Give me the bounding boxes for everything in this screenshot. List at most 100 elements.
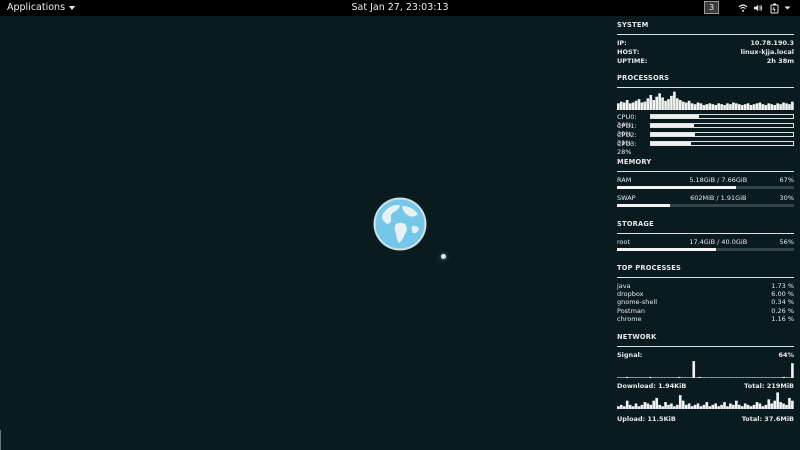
process-row: java 1.73 % <box>617 282 794 290</box>
cpu-usage-bar <box>650 132 794 137</box>
download-history-bar <box>640 377 643 378</box>
swap-usage-fill <box>617 204 671 207</box>
cpu-history-bar <box>667 99 670 110</box>
download-history-bar <box>643 377 646 378</box>
upload-history-bar <box>637 406 641 409</box>
cpu-history-bar <box>673 91 676 110</box>
download-history-bar <box>657 377 661 378</box>
cpu-history-bar <box>735 103 738 110</box>
globe-icon <box>372 196 428 252</box>
root-label: root <box>617 238 631 246</box>
cpu-history-bar <box>764 105 768 110</box>
upload-history-bar <box>729 403 732 409</box>
download-history-graph <box>617 360 794 378</box>
process-row: chrome 1.16 % <box>617 315 794 323</box>
process-name: Postman <box>617 306 646 315</box>
upload-history-bar <box>732 404 735 409</box>
host-value: linux-kjja.local <box>740 48 794 56</box>
cpu-label: CPU3: 28% <box>617 140 637 156</box>
process-cpu: 0.34 % <box>771 298 794 307</box>
system-menu-caret-icon[interactable] <box>784 0 791 16</box>
process-name: chrome <box>617 314 642 323</box>
cpu-history-bar <box>714 105 718 110</box>
cpu-history-bar <box>788 104 791 110</box>
cpu-history-bar <box>681 101 685 110</box>
upload-history-bar <box>773 400 777 409</box>
upload-history-bar <box>678 395 682 409</box>
upload-history-bar <box>723 402 726 409</box>
upload-history-bar <box>758 403 762 409</box>
root-usage-bar <box>617 248 794 251</box>
upload-history-bar <box>720 404 723 409</box>
download-row: Download: 1.94KiB Total: 219MiB <box>617 382 794 390</box>
clock[interactable]: Sat Jan 27, 23:03:13 <box>0 2 800 13</box>
system-monitor-panel: SYSTEM IP: 10.78.190.3 HOST: linux-kjja.… <box>612 16 800 450</box>
download-history-bar <box>698 376 701 378</box>
upload-history-bar <box>761 406 765 409</box>
ip-row: IP: 10.78.190.3 <box>617 39 794 47</box>
cpu-history-bar <box>737 104 741 110</box>
download-history-bar <box>654 377 658 378</box>
cpu-history-bar <box>761 104 765 110</box>
upload-history-bar <box>640 404 644 409</box>
cpu-history-bar <box>699 103 703 110</box>
download-history-bar <box>785 377 788 378</box>
upload-history-bar <box>681 400 685 409</box>
upload-history-bar <box>649 404 653 409</box>
memory-title: MEMORY <box>617 158 652 166</box>
cpu-history-bar <box>732 102 735 110</box>
upload-history-bar <box>687 403 691 409</box>
upload-history-bar <box>737 404 741 409</box>
cpu-history-bar <box>776 103 779 110</box>
top-processes-section: TOP PROCESSES java 1.73 % dropbox 6.00 % gno… <box>617 264 794 323</box>
upload-history-bar <box>717 406 720 409</box>
upload-history-bar <box>755 402 759 409</box>
download-history-bar <box>646 377 649 378</box>
download-history-bar <box>683 377 687 378</box>
cpu-history-bar <box>755 103 759 110</box>
cpu-history-bar <box>693 104 697 110</box>
cpu-history-bar <box>729 104 732 110</box>
ip-label: IP: <box>617 39 627 47</box>
download-history-bar <box>738 377 742 378</box>
volume-icon[interactable] <box>753 0 763 16</box>
cpu-history-bar <box>791 101 794 110</box>
download-history-bar <box>689 377 693 378</box>
process-cpu: 0.26 % <box>771 306 794 315</box>
upload-history-graph <box>617 391 794 409</box>
upload-row: Upload: 11.5KiB Total: 37.6MiB <box>617 415 794 423</box>
upload-history-bar <box>673 406 676 409</box>
cpu-history-bar <box>625 100 629 110</box>
cpu-usage-bar <box>650 141 794 146</box>
download-history-bar <box>628 377 632 378</box>
download-history-bar <box>680 377 684 378</box>
download-label: Download: 1.94KiB <box>617 382 687 390</box>
cpu-history-bar <box>773 105 777 110</box>
ram-usage-bar <box>617 186 794 189</box>
process-name: java <box>617 282 631 290</box>
cpu-history-bar <box>726 103 729 110</box>
cpu-history-bar <box>770 104 774 110</box>
network-wireless-icon[interactable] <box>738 0 748 16</box>
upload-history-bar <box>791 400 794 409</box>
cpu-history-bar <box>705 104 709 110</box>
cpu-usage-fill <box>651 115 700 118</box>
download-history-bar <box>692 361 696 378</box>
download-history-bar <box>634 377 638 378</box>
cpu-history-bar <box>634 100 638 110</box>
ram-usage-fill <box>617 186 736 189</box>
cpu-history-bar <box>646 98 650 110</box>
workspace-indicator[interactable]: 3 <box>704 1 719 14</box>
power-icon[interactable] <box>770 0 779 16</box>
cpu-history-bar <box>743 104 747 110</box>
download-history-bar <box>706 377 710 378</box>
memory-section: MEMORY RAM 5.18GiB / 7.66GiB 67% SWAP 60… <box>617 158 794 207</box>
processors-section: PROCESSORS CPU0: 34% CPU1: 30% CPU2: 31% CP… <box>617 74 794 156</box>
root-value: 17.4GiB / 40.0GiB <box>689 238 748 246</box>
upload-history-bar <box>702 404 706 409</box>
download-history-bar <box>663 377 667 378</box>
download-history-bar <box>701 377 704 378</box>
upload-history-bar <box>622 406 626 409</box>
cpu-history-bar <box>720 104 723 110</box>
cpu-history-bar <box>631 102 635 110</box>
